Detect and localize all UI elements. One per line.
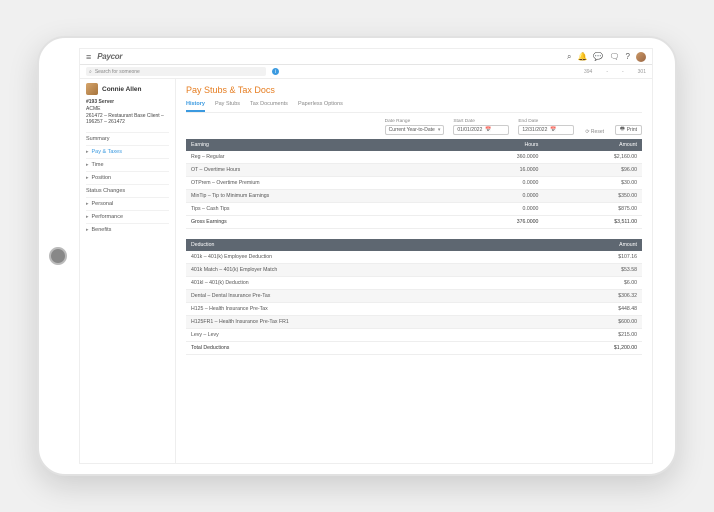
stat-value: - (622, 69, 624, 75)
sidebar: Connie Allen #193 ServerACME261472 – Res… (80, 79, 176, 463)
print-icon: 🖶 (620, 126, 625, 134)
deductions-total-row: Total Deductions$1,200.00 (186, 342, 642, 355)
chat-icon[interactable]: 💬 (593, 52, 603, 61)
sidebar-item-position[interactable]: ▸Position (86, 171, 169, 184)
help-icon[interactable]: ? (626, 52, 630, 61)
subbar: ⌕ Search for someone i 394 - - 301 (80, 65, 652, 79)
tab-history[interactable]: History (186, 101, 205, 112)
sidebar-item-pay-taxes[interactable]: ▸Pay & Taxes (86, 145, 169, 158)
brand-logo: Paycor (97, 52, 122, 61)
magnify-icon: ⌕ (89, 69, 92, 75)
table-row: Tips – Cash Tips0.0000$875.00 (186, 203, 642, 216)
table-row: Reg – Regular360.0000$2,160.00 (186, 151, 642, 164)
sidebar-item-label: Pay & Taxes (92, 149, 122, 155)
sidebar-item-status-changes[interactable]: Status Changes (86, 184, 169, 197)
search-icon[interactable]: ⌕ (567, 52, 571, 62)
start-date-label: Start Date (453, 119, 509, 124)
employee-meta: #193 ServerACME261472 – Restaurant Base … (86, 99, 169, 126)
employee-name: Connie Allen (102, 86, 141, 93)
table-row: Dental – Dental Insurance Pre-Tax$306.32 (186, 290, 642, 303)
deductions-table: Deduction Amount 401k – 401(k) Employee … (186, 239, 642, 355)
messages-icon[interactable]: 🗨 (609, 52, 619, 61)
end-date-label: End Date (518, 119, 574, 124)
tabs: History Pay Stubs Tax Documents Paperless O… (186, 101, 642, 113)
sidebar-item-label: Position (92, 175, 112, 181)
filter-row: Date Range Current Year-to-Date ▾ Start … (186, 119, 642, 135)
amount-header: Amount (543, 139, 642, 151)
user-avatar-icon[interactable] (636, 52, 646, 62)
earnings-table: Earning Hours Amount Reg – Regular360.00… (186, 139, 642, 229)
sidebar-item-personal[interactable]: ▸Personal (86, 197, 169, 210)
stat-value: 301 (638, 69, 646, 75)
caret-icon: ▸ (86, 175, 89, 181)
table-row: MinTip – Tip to Minimum Earnings0.0000$3… (186, 190, 642, 203)
sidebar-item-label: Benefits (92, 227, 112, 233)
table-row: OTPrem – Overtime Premium0.0000$30.00 (186, 177, 642, 190)
sidebar-item-label: Performance (92, 214, 124, 220)
table-row: 401k – 401(k) Employee Deduction$107.16 (186, 251, 642, 264)
stat-value: 394 (584, 69, 592, 75)
sidebar-item-performance[interactable]: ▸Performance (86, 210, 169, 223)
caret-icon: ▸ (86, 227, 89, 233)
table-row: H125FR1 – Health Insurance Pre-Tax FR1$6… (186, 316, 642, 329)
sidebar-item-label: Time (92, 162, 104, 168)
tablet-home-button[interactable] (49, 247, 67, 265)
caret-icon: ▸ (86, 162, 89, 168)
bell-icon[interactable]: 🔔 (577, 52, 587, 61)
calendar-icon: 📅 (550, 127, 556, 133)
table-row: OT – Overtime Hours16.0000$96.00 (186, 164, 642, 177)
caret-icon: ▸ (86, 214, 89, 220)
search-placeholder: Search for someone (95, 69, 140, 75)
sidebar-item-benefits[interactable]: ▸Benefits (86, 223, 169, 236)
tab-pay-stubs[interactable]: Pay Stubs (215, 101, 240, 112)
employee-photo (86, 83, 98, 95)
print-button[interactable]: 🖶Print (615, 125, 642, 135)
amount-header: Amount (535, 239, 642, 251)
topbar: ≡ Paycor ⌕ 🔔 💬 🗨 ? (80, 49, 652, 65)
earning-header: Earning (186, 139, 449, 151)
sidebar-item-summary[interactable]: Summary (86, 132, 169, 145)
date-range-label: Date Range (385, 119, 445, 124)
table-row: 401k Match – 401(k) Employer Match$53.58 (186, 264, 642, 277)
page-title: Pay Stubs & Tax Docs (186, 85, 642, 95)
sidebar-item-label: Summary (86, 136, 110, 142)
stat-value: - (606, 69, 608, 75)
calendar-icon: 📅 (485, 127, 491, 133)
table-row: 401kl – 401(k) Deduction$6.00 (186, 277, 642, 290)
table-row: Levy – Levy$215.00 (186, 329, 642, 342)
end-date-input[interactable]: 12/31/2022 📅 (518, 125, 574, 135)
deduction-header: Deduction (186, 239, 535, 251)
refresh-icon: ⟳ (585, 129, 589, 135)
tab-tax-documents[interactable]: Tax Documents (250, 101, 288, 112)
chevron-down-icon: ▾ (438, 127, 441, 133)
earnings-total-row: Gross Earnings376.0000$3,511.00 (186, 216, 642, 229)
sidebar-item-label: Personal (92, 201, 114, 207)
search-input[interactable]: ⌕ Search for someone (86, 67, 266, 76)
menu-icon[interactable]: ≡ (86, 52, 91, 62)
sidebar-item-label: Status Changes (86, 188, 125, 194)
start-date-input[interactable]: 01/01/2022 📅 (453, 125, 509, 135)
table-row: H125 – Health Insurance Pre-Tax$448.48 (186, 303, 642, 316)
caret-icon: ▸ (86, 149, 89, 155)
caret-icon: ▸ (86, 201, 89, 207)
info-icon[interactable]: i (272, 68, 279, 75)
tab-paperless-options[interactable]: Paperless Options (298, 101, 343, 112)
hours-header: Hours (449, 139, 543, 151)
reset-button[interactable]: ⟳ Reset (583, 129, 606, 135)
sidebar-item-time[interactable]: ▸Time (86, 158, 169, 171)
date-range-select[interactable]: Current Year-to-Date ▾ (385, 125, 445, 135)
